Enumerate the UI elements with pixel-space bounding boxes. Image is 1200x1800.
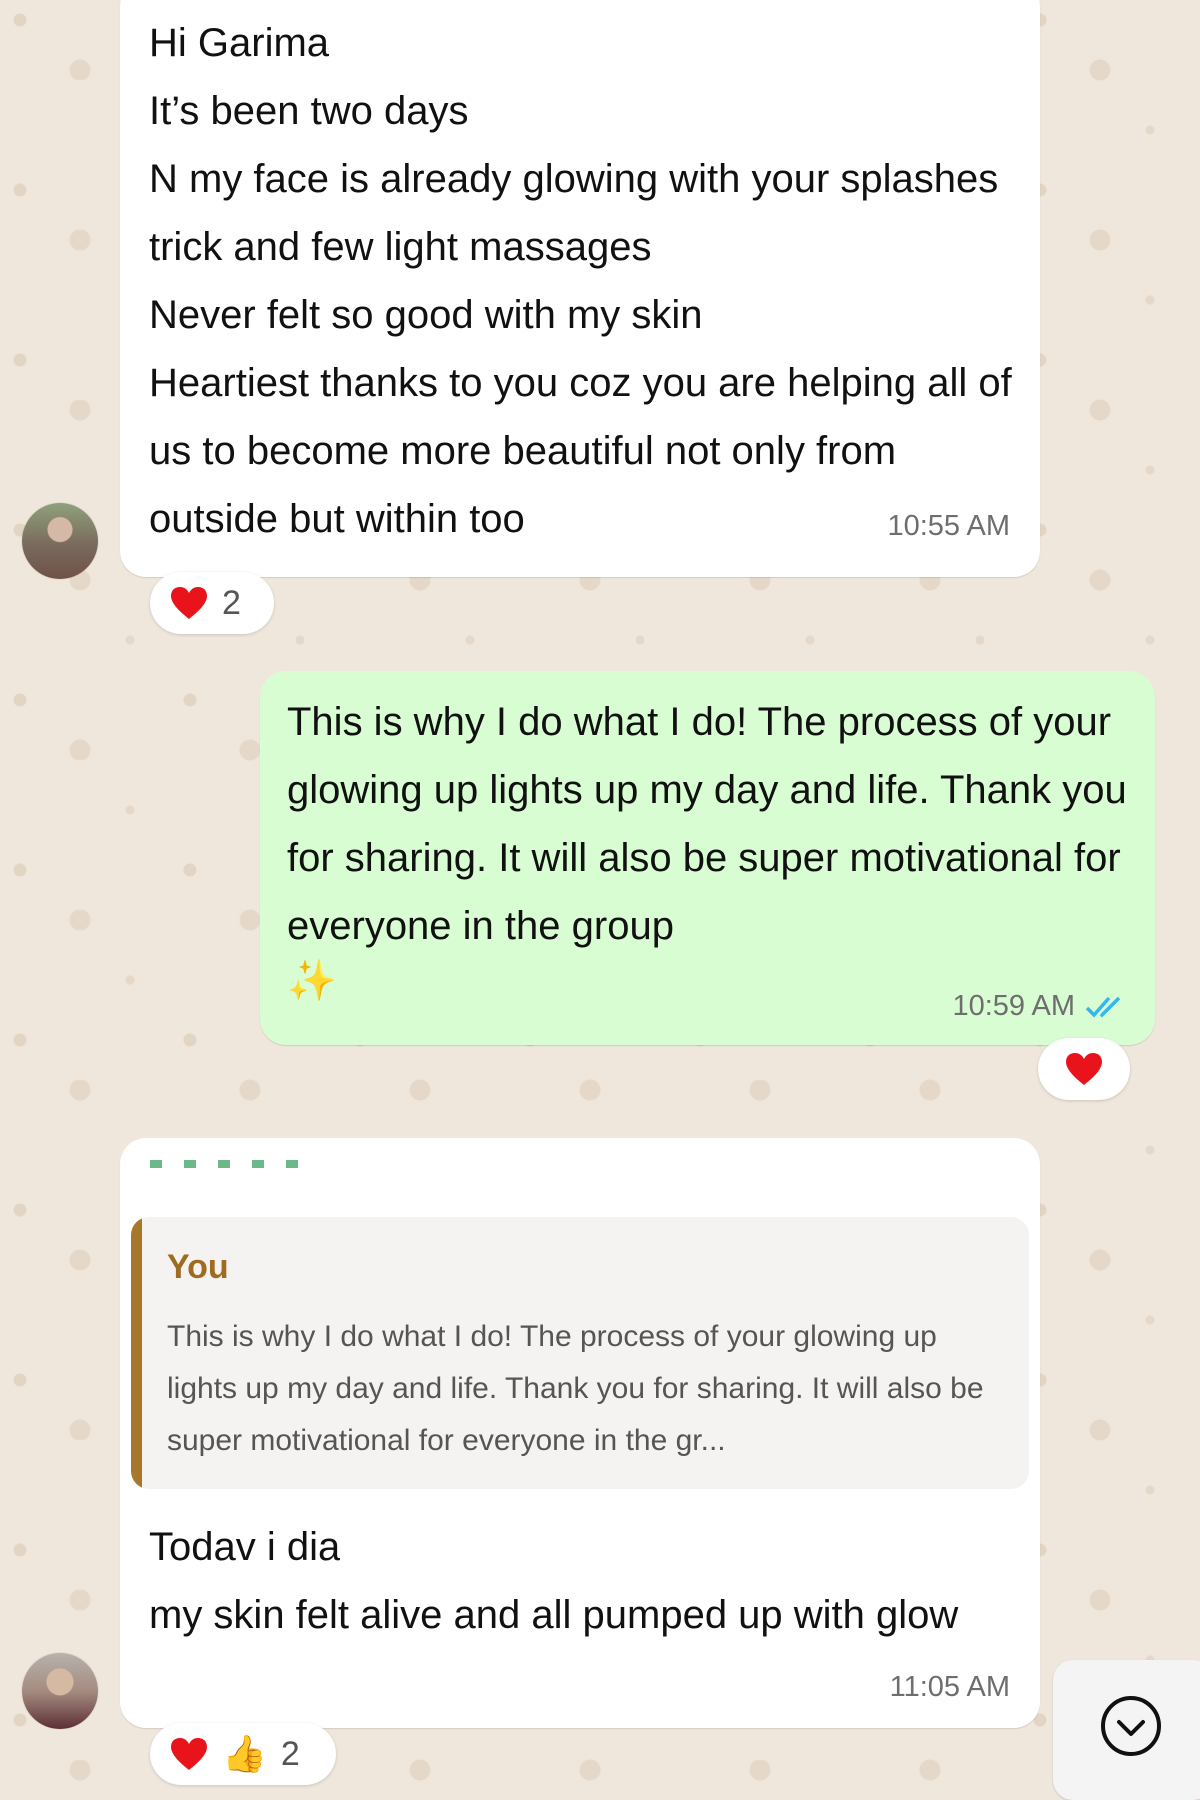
message-text: Hi Garima It’s been two days N my face i… bbox=[149, 21, 1012, 541]
thumbs-up-icon: 👍 bbox=[222, 1733, 267, 1774]
redaction-mask bbox=[340, 1520, 952, 1576]
message-timestamp: 10:59 AM bbox=[952, 990, 1075, 1022]
message-timestamp: 11:05 AM bbox=[889, 1671, 1010, 1703]
message-reactions[interactable]: 👍 2 bbox=[150, 1723, 336, 1785]
outgoing-message-bubble[interactable]: This is why I do what I do! The process … bbox=[260, 671, 1155, 1045]
message-text: This is why I do what I do! The process … bbox=[287, 700, 1138, 948]
message-reactions[interactable] bbox=[1038, 1038, 1130, 1100]
incoming-reply-bubble[interactable]: You This is why I do what I do! The proc… bbox=[120, 1138, 1040, 1728]
message-timestamp: 10:55 AM bbox=[887, 510, 1010, 542]
message-reactions[interactable]: 2 bbox=[150, 572, 274, 634]
sender-name-redacted bbox=[150, 1160, 300, 1168]
quoted-message[interactable]: You This is why I do what I do! The proc… bbox=[131, 1217, 1029, 1489]
sender-avatar[interactable] bbox=[22, 503, 98, 579]
sparkles-icon: ✨ bbox=[287, 959, 337, 1003]
quoted-author: You bbox=[167, 1248, 229, 1286]
read-receipt-icon bbox=[1085, 996, 1121, 1018]
reaction-count: 2 bbox=[280, 1734, 300, 1773]
reaction-count: 2 bbox=[222, 583, 241, 622]
quoted-text: This is why I do what I do! The process … bbox=[167, 1320, 984, 1457]
scroll-to-bottom-button[interactable] bbox=[1053, 1660, 1200, 1800]
heart-icon bbox=[1066, 1053, 1102, 1085]
sender-avatar[interactable] bbox=[22, 1653, 98, 1729]
incoming-message-bubble[interactable]: Hi Garima It’s been two days N my face i… bbox=[120, 0, 1040, 577]
quote-accent-bar bbox=[131, 1217, 142, 1489]
heart-icon bbox=[171, 1738, 207, 1770]
chevron-down-icon bbox=[1101, 1696, 1161, 1756]
heart-icon bbox=[171, 587, 207, 619]
